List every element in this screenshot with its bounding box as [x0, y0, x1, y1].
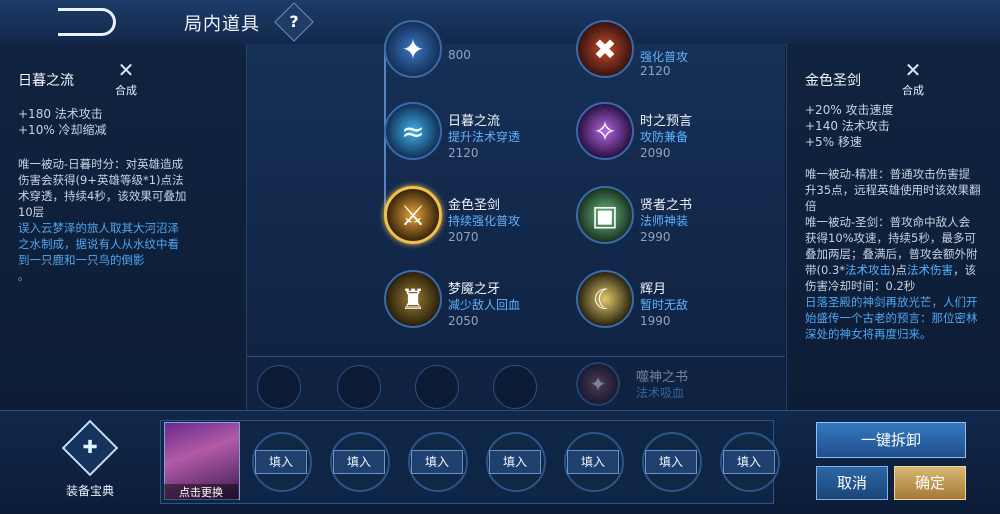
item-tag: 提升法术穿透	[448, 130, 521, 144]
right-item-detail-panel: 金色圣剑 ✕ 合成 +20% 攻击速度 +140 法术攻击 +5% 移速 唯一被…	[786, 44, 1000, 410]
item-name: 梦魇之牙	[448, 282, 501, 297]
fill-button[interactable]: 填入	[645, 450, 697, 474]
craft-button[interactable]: ✕ 合成	[108, 58, 144, 98]
item-icon: ✧	[576, 102, 634, 160]
empty-slot	[415, 365, 459, 409]
help-icon: ?	[289, 12, 299, 31]
stat-line: +140 法术攻击	[805, 119, 890, 133]
lore-text: 误入云梦泽的旅人取其大河沼泽之水制成，据说有人从水纹中看到一只鹿和一只鸟的倒影	[18, 221, 179, 267]
help-button[interactable]: ?	[274, 2, 314, 42]
item-icon: ≈	[384, 102, 442, 160]
item-name: 金色圣剑	[448, 198, 501, 213]
item-tag: 法师神装	[640, 214, 689, 228]
fill-button[interactable]: 填入	[333, 450, 385, 474]
item-name: 日暮之流	[18, 73, 74, 89]
stat-line: +5% 移速	[805, 135, 862, 149]
confirm-button[interactable]: 确定	[894, 466, 966, 500]
sword-icon: ⚔	[384, 186, 442, 244]
item-icon: ✦	[576, 362, 620, 406]
change-hero-label[interactable]: 点击更换	[164, 484, 238, 500]
lore-text: 日落圣殿的神剑再放光芒，人们开始盛传一个古老的预言：那位密林深处的神女将再度归来…	[805, 295, 978, 341]
item-name: 金色圣剑	[805, 73, 861, 89]
item-name: 噬神之书	[636, 370, 689, 385]
item-price: 2120	[448, 146, 479, 160]
item-name: 时之预言	[640, 114, 693, 129]
equipment-guide-label: 装备宝典	[65, 484, 114, 498]
item-price: 2050	[448, 314, 479, 328]
passive-text: 唯一被动-日暮时分：对英雄造成伤害会获得(9+英雄等级*1)点法术穿透，持续4秒…	[18, 157, 187, 219]
item-card[interactable]: ♜ 梦魇之牙 减少敌人回血 2050	[384, 270, 574, 334]
cancel-button[interactable]: 取消	[816, 466, 888, 500]
disassemble-all-button[interactable]: 一键拆卸	[816, 422, 966, 458]
passive-text: 唯一被动-精准：普通攻击伤害提升35点，远程英雄使用时该效果翻倍	[805, 167, 981, 213]
stat-line: +180 法术攻击	[18, 107, 103, 121]
item-name: 贤者之书	[640, 198, 693, 213]
item-name: 日暮之流	[448, 114, 501, 129]
page-title: 局内道具	[184, 14, 260, 35]
empty-slot	[337, 365, 381, 409]
item-price: 2070	[448, 230, 479, 244]
item-tag: 攻防兼备	[640, 130, 689, 144]
item-price: 2090	[640, 146, 671, 160]
craft-label: 合成	[115, 84, 137, 97]
item-name: 辉月	[640, 282, 667, 297]
fill-button[interactable]: 填入	[567, 450, 619, 474]
item-card[interactable]: ▣ 贤者之书 法师神装 2990	[576, 186, 766, 250]
item-card[interactable]: ≈ 日暮之流 提升法术穿透 2120	[384, 102, 574, 166]
empty-slot	[257, 365, 301, 409]
stat-line: +10% 冷却缩减	[18, 123, 107, 137]
empty-slot	[493, 365, 537, 409]
craft-label: 合成	[902, 84, 924, 97]
item-icon: ✖	[576, 20, 634, 78]
item-card[interactable]: ✦ 800	[384, 20, 574, 84]
item-stats: +180 法术攻击 +10% 冷却缩减	[18, 106, 107, 138]
item-icon: ✦	[384, 20, 442, 78]
item-description: 唯一被动-精准：普通攻击伤害提升35点，远程英雄使用时该效果翻倍 唯一被动-圣剑…	[805, 166, 981, 342]
stat-line: +20% 攻击速度	[805, 103, 894, 117]
left-item-detail-panel: 日暮之流 ✕ 合成 +180 法术攻击 +10% 冷却缩减 唯一被动-日暮时分：…	[0, 44, 247, 410]
item-tag: 持续强化普攻	[448, 214, 521, 228]
back-icon[interactable]	[58, 8, 116, 36]
crossed-swords-icon: ✕	[904, 58, 922, 82]
item-tag: 强化普攻	[640, 50, 689, 64]
book-icon: ▣	[576, 186, 634, 244]
item-tag: 暂时无敌	[640, 298, 689, 312]
highlight-text: 法术伤害	[907, 263, 954, 277]
item-card-selected[interactable]: ⚔ 金色圣剑 持续强化普攻 2070	[384, 186, 574, 250]
item-card[interactable]: ✖ 强化普攻 2120	[576, 20, 766, 84]
fill-button[interactable]: 填入	[723, 450, 775, 474]
item-price: 2990	[640, 230, 671, 244]
item-card[interactable]: ☾ 辉月 暂时无敌 1990	[576, 270, 766, 334]
item-price: 1990	[640, 314, 671, 328]
item-price: 2120	[640, 64, 671, 78]
book-icon: ✚	[61, 419, 119, 477]
crossed-swords-icon: ✕	[117, 58, 135, 82]
craft-button[interactable]: ✕ 合成	[895, 58, 931, 98]
fill-button[interactable]: 填入	[489, 450, 541, 474]
fang-icon: ♜	[384, 270, 442, 328]
equipment-guide-button[interactable]: ✚ 装备宝典	[52, 419, 128, 500]
fill-button[interactable]: 填入	[411, 450, 463, 474]
highlight-text: 法术攻击	[845, 263, 892, 277]
moon-icon: ☾	[576, 270, 634, 328]
item-tag: 减少敌人回血	[448, 298, 521, 312]
fill-button[interactable]: 填入	[255, 450, 307, 474]
item-tag: 法术吸血	[636, 386, 685, 400]
item-description: 唯一被动-日暮时分：对英雄造成伤害会获得(9+英雄等级*1)点法术穿透，持续4秒…	[18, 156, 190, 284]
item-stats: +20% 攻击速度 +140 法术攻击 +5% 移速	[805, 102, 894, 150]
lore-dot: 。	[18, 269, 30, 283]
passive-text: )点	[891, 263, 908, 277]
item-price: 800	[448, 48, 471, 62]
item-card[interactable]: ✧ 时之预言 攻防兼备 2090	[576, 102, 766, 166]
